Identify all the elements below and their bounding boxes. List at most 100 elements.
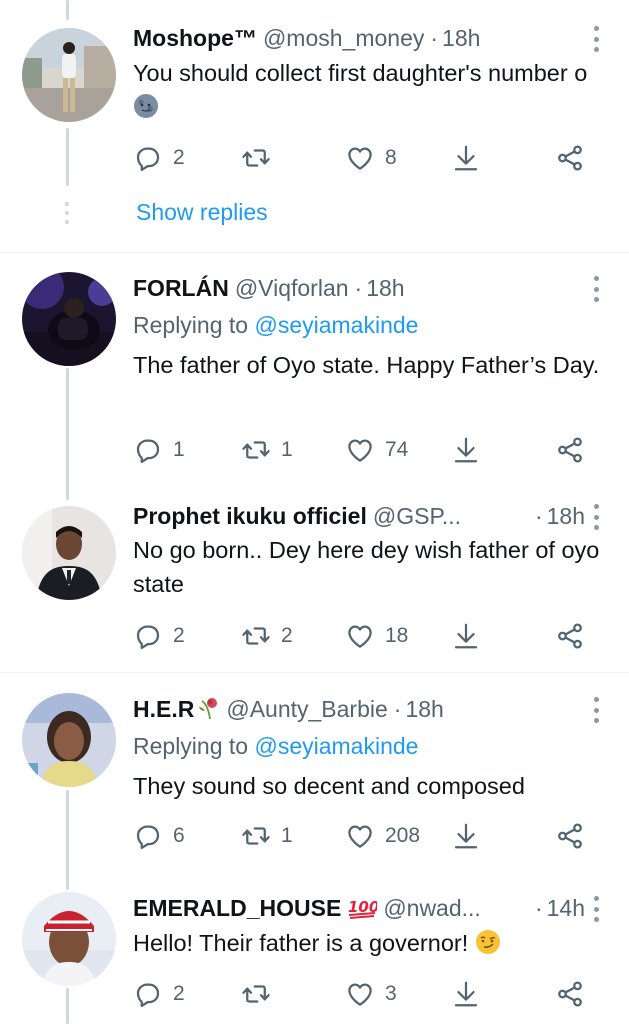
- more-icon[interactable]: [589, 276, 603, 302]
- tweet[interactable]: Prophet ikuku officiel @GSP... · 18h No …: [0, 500, 629, 670]
- bookmark-download-icon: [454, 437, 478, 463]
- bookmark-download-icon: [454, 981, 478, 1007]
- user-handle[interactable]: @GSP...: [373, 500, 461, 532]
- like-icon: [348, 147, 372, 170]
- separator-dot: ·: [534, 503, 543, 529]
- share-button[interactable]: [555, 818, 585, 854]
- thread-continuation-dots: [63, 202, 71, 224]
- user-handle[interactable]: @Aunty_Barbie: [226, 693, 387, 725]
- like-button[interactable]: 74: [345, 432, 408, 468]
- like-icon: [348, 825, 372, 848]
- like-button[interactable]: 208: [345, 818, 420, 854]
- replying-to-label: Replying to: [133, 312, 249, 338]
- share-button[interactable]: [555, 976, 585, 1012]
- share-icon: [558, 145, 582, 171]
- tweet-header: H.E.R @Aunty_Barbie · 18h: [133, 693, 585, 725]
- reply-count: 2: [173, 624, 185, 647]
- replying-to: Replying to @seyiamakinde: [133, 309, 418, 341]
- retweet-count: 2: [281, 624, 293, 647]
- moon-face-emoji-icon: [134, 94, 158, 118]
- display-name[interactable]: FORLÁN: [133, 272, 229, 304]
- separator-dot: ·: [534, 895, 543, 921]
- retweet-button[interactable]: [241, 140, 281, 176]
- bookmark-button[interactable]: [451, 140, 481, 176]
- bookmark-button[interactable]: [451, 618, 481, 654]
- replying-to: Replying to @seyiamakinde: [133, 730, 418, 762]
- tweet-text: They sound so decent and composed: [133, 773, 525, 799]
- retweet-button[interactable]: [241, 976, 281, 1012]
- more-icon[interactable]: [589, 504, 603, 530]
- divider: [0, 672, 629, 673]
- bookmark-button[interactable]: [451, 976, 481, 1012]
- tweet-header: FORLÁN @Viqforlan · 18h: [133, 272, 585, 304]
- share-button[interactable]: [555, 618, 585, 654]
- mention-link[interactable]: @seyiamakinde: [254, 312, 418, 338]
- timestamp[interactable]: 18h: [366, 272, 404, 304]
- share-button[interactable]: [555, 432, 585, 468]
- retweet-button[interactable]: 2: [241, 618, 293, 654]
- reply-count: 2: [173, 982, 185, 1005]
- tweet-header: Moshope™ @mosh_money · 18h: [133, 22, 585, 54]
- like-button[interactable]: 18: [345, 618, 408, 654]
- timestamp[interactable]: 18h: [442, 22, 480, 54]
- avatar[interactable]: [22, 892, 116, 986]
- like-button[interactable]: 3: [345, 976, 397, 1012]
- bookmark-download-icon: [454, 145, 478, 171]
- reply-count: 2: [173, 146, 185, 169]
- display-name[interactable]: Prophet ikuku officiel: [133, 500, 367, 532]
- reply-icon: [136, 625, 160, 649]
- display-name[interactable]: Moshope™: [133, 22, 257, 54]
- more-icon[interactable]: [589, 26, 603, 52]
- display-name[interactable]: H.E.R: [133, 693, 194, 725]
- tweet-header: Prophet ikuku officiel @GSP... · 18h: [133, 500, 585, 532]
- tweet[interactable]: H.E.R @Aunty_Barbie · 18h Replying to @s…: [0, 693, 629, 873]
- tweet-actions: 2 8: [133, 140, 609, 176]
- tweet-text: You should collect first daughter's numb…: [133, 56, 607, 124]
- more-icon[interactable]: [589, 896, 603, 922]
- reply-button[interactable]: 2: [133, 976, 185, 1012]
- reply-icon: [136, 439, 160, 463]
- display-name[interactable]: EMERALD_HOUSE: [133, 892, 341, 924]
- mention-link[interactable]: @seyiamakinde: [254, 733, 418, 759]
- tweet[interactable]: EMERALD_HOUSE 100 @nwad... · 14h Hello! …: [0, 892, 629, 1024]
- tweet-actions: 1 1 74: [133, 432, 609, 468]
- reply-button[interactable]: 2: [133, 140, 185, 176]
- like-icon: [348, 983, 372, 1006]
- share-button[interactable]: [555, 140, 585, 176]
- separator-dot: ·: [354, 275, 363, 301]
- share-icon: [558, 437, 582, 463]
- timestamp[interactable]: 18h: [405, 693, 443, 725]
- avatar[interactable]: [22, 693, 116, 787]
- retweet-count: 1: [281, 438, 293, 461]
- tweet-text-content: Hello! Their father is a governor!: [133, 930, 469, 956]
- more-icon[interactable]: [589, 697, 603, 723]
- tweet-text: Hello! Their father is a governor!: [133, 926, 607, 960]
- avatar[interactable]: [22, 506, 116, 600]
- avatar[interactable]: [22, 28, 116, 122]
- reply-icon: [136, 983, 160, 1007]
- tweet-header: EMERALD_HOUSE 100 @nwad... · 14h: [133, 892, 585, 924]
- show-replies-link[interactable]: Show replies: [136, 199, 268, 226]
- like-icon: [348, 439, 372, 462]
- like-button[interactable]: 8: [345, 140, 397, 176]
- bookmark-button[interactable]: [451, 432, 481, 468]
- share-icon: [558, 981, 582, 1007]
- user-handle[interactable]: @Viqforlan: [235, 272, 349, 304]
- avatar[interactable]: [22, 272, 116, 366]
- tweet[interactable]: FORLÁN @Viqforlan · 18h Replying to @sey…: [0, 272, 629, 482]
- reply-button[interactable]: 6: [133, 818, 185, 854]
- user-handle[interactable]: @nwad...: [383, 892, 481, 924]
- timestamp[interactable]: 18h: [547, 500, 585, 532]
- timestamp[interactable]: 14h: [547, 892, 585, 924]
- tweet[interactable]: Moshope™ @mosh_money · 18h You should co…: [0, 22, 629, 192]
- reply-button[interactable]: 1: [133, 432, 185, 468]
- bookmark-download-icon: [454, 623, 478, 649]
- retweet-icon: [242, 149, 270, 167]
- reply-button[interactable]: 2: [133, 618, 185, 654]
- retweet-icon: [242, 441, 270, 459]
- bookmark-button[interactable]: [451, 818, 481, 854]
- retweet-button[interactable]: 1: [241, 432, 293, 468]
- retweet-button[interactable]: 1: [241, 818, 293, 854]
- user-handle[interactable]: @mosh_money: [263, 22, 424, 54]
- wilted-rose-emoji-icon: [199, 698, 218, 720]
